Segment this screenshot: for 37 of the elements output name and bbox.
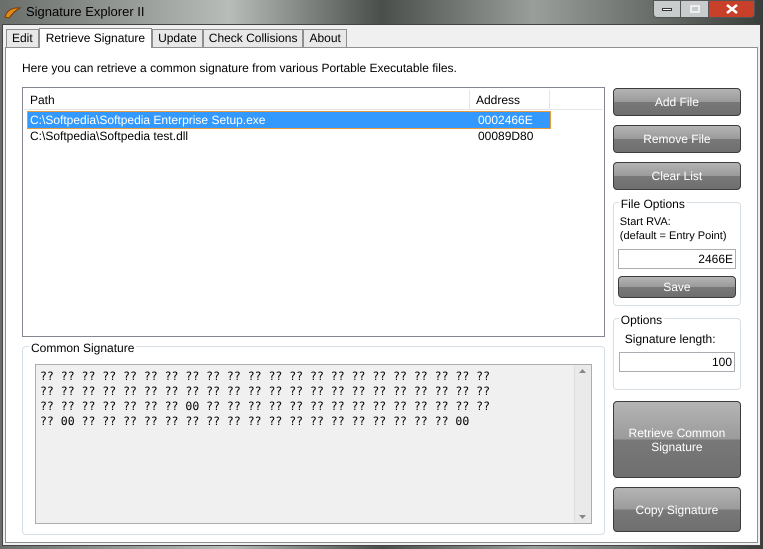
signature-line: ?? 00 ?? ?? ?? ?? ?? ?? ?? ?? ?? ?? ?? ?? ?? ?? ?? ?? ?? ?? 00 <box>40 414 470 429</box>
tab[interactable]: Update <box>152 29 203 47</box>
scroll-up-icon[interactable] <box>579 369 586 373</box>
scroll-down-icon[interactable] <box>579 515 586 519</box>
intro-text: Here you can retrieve a common signature from various Portable Executable files. <box>22 60 458 77</box>
column-header[interactable]: Address <box>470 90 550 109</box>
column-header[interactable]: Path <box>24 90 470 109</box>
maximize-button[interactable] <box>681 0 708 18</box>
start-rva-field[interactable]: 2466E <box>618 249 736 269</box>
close-icon <box>726 4 738 14</box>
window-title: Signature Explorer II <box>26 3 145 22</box>
action-button[interactable]: Retrieve Common Signature <box>612 401 741 478</box>
action-button[interactable]: Save <box>618 276 736 298</box>
file-row[interactable]: C:\Softpedia\Softpedia test.dll 00089D80 <box>28 128 550 144</box>
signature-line: ?? ?? ?? ?? ?? ?? ?? 00 ?? ?? ?? ?? ?? ?? ?? ?? ?? ?? ?? ?? ?? ?? <box>40 399 492 414</box>
signature-length-field[interactable]: 100 <box>618 352 735 372</box>
tab[interactable]: Retrieve Signature <box>38 28 152 48</box>
signature-line: ?? ?? ?? ?? ?? ?? ?? ?? ?? ?? ?? ?? ?? ?? ?? ?? ?? ?? ?? ?? ?? ?? <box>40 384 492 399</box>
scrollbar[interactable] <box>574 365 591 523</box>
signature-length-label: Signature length: <box>624 332 717 346</box>
tab[interactable]: Edit <box>6 29 39 47</box>
address-cell-text: 0002466E <box>477 112 533 128</box>
start-rva-label: Start RVA: (default = Entry Point) <box>618 215 728 243</box>
path-cell-text: C:\Softpedia\Softpedia test.dll <box>29 128 190 144</box>
app-logo-icon <box>4 5 22 19</box>
action-button[interactable]: Remove File <box>612 125 741 153</box>
tab[interactable]: About <box>303 29 347 47</box>
action-button[interactable]: Clear List <box>612 162 741 190</box>
close-button[interactable] <box>708 0 755 18</box>
action-button[interactable]: Copy Signature <box>612 487 741 532</box>
action-button[interactable]: Add File <box>612 88 741 116</box>
signature-text-area[interactable] <box>35 364 592 524</box>
signature-line: ?? ?? ?? ?? ?? ?? ?? ?? ?? ?? ?? ?? ?? ?? ?? ?? ?? ?? ?? ?? ?? ?? <box>40 369 492 384</box>
minimize-button[interactable] <box>653 0 681 18</box>
path-cell-text: C:\Softpedia\Softpedia Enterprise Setup.exe <box>29 112 266 128</box>
tab[interactable]: Check Collisions <box>202 29 304 47</box>
address-cell-text: 00089D80 <box>477 128 534 144</box>
